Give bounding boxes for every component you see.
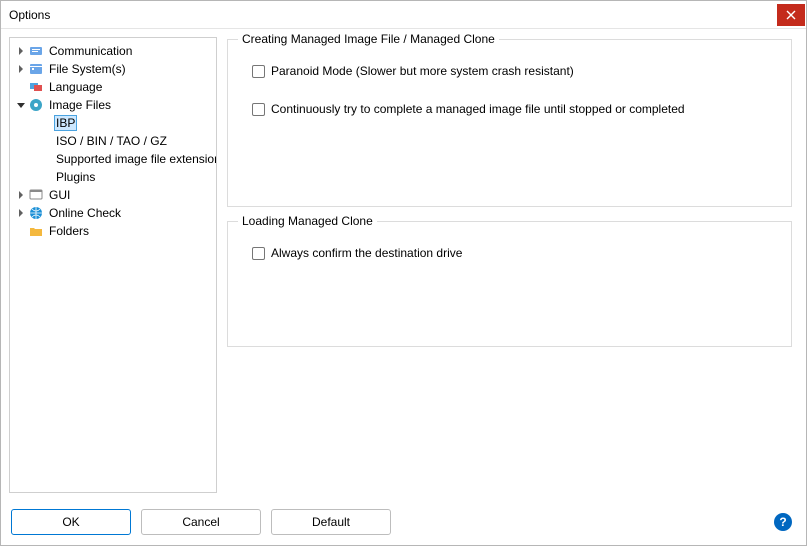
- group-legend: Creating Managed Image File / Managed Cl…: [238, 32, 499, 46]
- close-button[interactable]: [777, 4, 805, 26]
- filesystem-icon: [28, 61, 44, 77]
- disc-image-icon: [28, 97, 44, 113]
- nav-tree-pane[interactable]: Communication File System(s) ·: [9, 37, 217, 493]
- chevron-right-icon[interactable]: [14, 206, 28, 220]
- group-loading-managed: Loading Managed Clone Always confirm the…: [227, 221, 792, 347]
- tree-label: Online Check: [47, 206, 123, 220]
- tree-label: Language: [47, 80, 104, 94]
- folder-icon: [28, 223, 44, 239]
- default-button[interactable]: Default: [271, 509, 391, 535]
- nav-tree: Communication File System(s) ·: [10, 42, 217, 240]
- check-paranoid-mode[interactable]: Paranoid Mode (Slower but more system cr…: [252, 62, 775, 80]
- button-label: OK: [62, 515, 79, 529]
- tree-item-supported-ext[interactable]: Supported image file extension: [10, 150, 217, 168]
- check-label: Paranoid Mode (Slower but more system cr…: [271, 64, 574, 78]
- titlebar: Options: [1, 1, 806, 29]
- tree-label: GUI: [47, 188, 72, 202]
- help-icon: ?: [779, 515, 786, 529]
- checkbox-icon[interactable]: [252, 65, 265, 78]
- help-button[interactable]: ?: [774, 513, 792, 531]
- tree-label: Image Files: [47, 98, 113, 112]
- tree-item-communication[interactable]: Communication: [10, 42, 217, 60]
- close-icon: [786, 10, 796, 20]
- check-label: Always confirm the destination drive: [271, 246, 462, 260]
- check-label: Continuously try to complete a managed i…: [271, 102, 685, 116]
- chevron-right-icon[interactable]: [14, 188, 28, 202]
- tree-label: Supported image file extension: [54, 152, 217, 166]
- tree-label: Communication: [47, 44, 134, 58]
- options-dialog: Options Communication: [0, 0, 807, 546]
- tree-label: IBP: [54, 115, 77, 131]
- content-pane: Creating Managed Image File / Managed Cl…: [227, 37, 796, 493]
- language-icon: [28, 79, 44, 95]
- tree-item-iso-bin-tao-gz[interactable]: ISO / BIN / TAO / GZ: [10, 132, 217, 150]
- checkbox-icon[interactable]: [252, 103, 265, 116]
- window-title: Options: [9, 8, 777, 22]
- tree-label: File System(s): [47, 62, 128, 76]
- cancel-button[interactable]: Cancel: [141, 509, 261, 535]
- check-continuous-retry[interactable]: Continuously try to complete a managed i…: [252, 100, 775, 118]
- gui-icon: [28, 187, 44, 203]
- dialog-body: Communication File System(s) ·: [1, 29, 806, 499]
- ok-button[interactable]: OK: [11, 509, 131, 535]
- comm-icon: [28, 43, 44, 59]
- button-label: Cancel: [182, 515, 219, 529]
- tree-label: ISO / BIN / TAO / GZ: [54, 134, 169, 148]
- check-confirm-destination[interactable]: Always confirm the destination drive: [252, 244, 775, 262]
- dialog-footer: OK Cancel Default ?: [1, 499, 806, 545]
- tree-item-folders[interactable]: · Folders: [10, 222, 217, 240]
- button-label: Default: [312, 515, 350, 529]
- globe-icon: [28, 205, 44, 221]
- tree-item-plugins[interactable]: Plugins: [10, 168, 217, 186]
- tree-item-language[interactable]: · Language: [10, 78, 217, 96]
- chevron-down-icon[interactable]: [14, 98, 28, 112]
- group-legend: Loading Managed Clone: [238, 214, 377, 228]
- tree-item-online-check[interactable]: Online Check: [10, 204, 217, 222]
- tree-item-ibp[interactable]: IBP: [10, 114, 217, 132]
- checkbox-icon[interactable]: [252, 247, 265, 260]
- chevron-right-icon[interactable]: [14, 44, 28, 58]
- chevron-right-icon[interactable]: [14, 62, 28, 76]
- tree-item-gui[interactable]: GUI: [10, 186, 217, 204]
- tree-label: Plugins: [54, 170, 97, 184]
- tree-item-filesystems[interactable]: File System(s): [10, 60, 217, 78]
- group-creating-managed: Creating Managed Image File / Managed Cl…: [227, 39, 792, 207]
- tree-item-imagefiles[interactable]: Image Files: [10, 96, 217, 114]
- tree-label: Folders: [47, 224, 91, 238]
